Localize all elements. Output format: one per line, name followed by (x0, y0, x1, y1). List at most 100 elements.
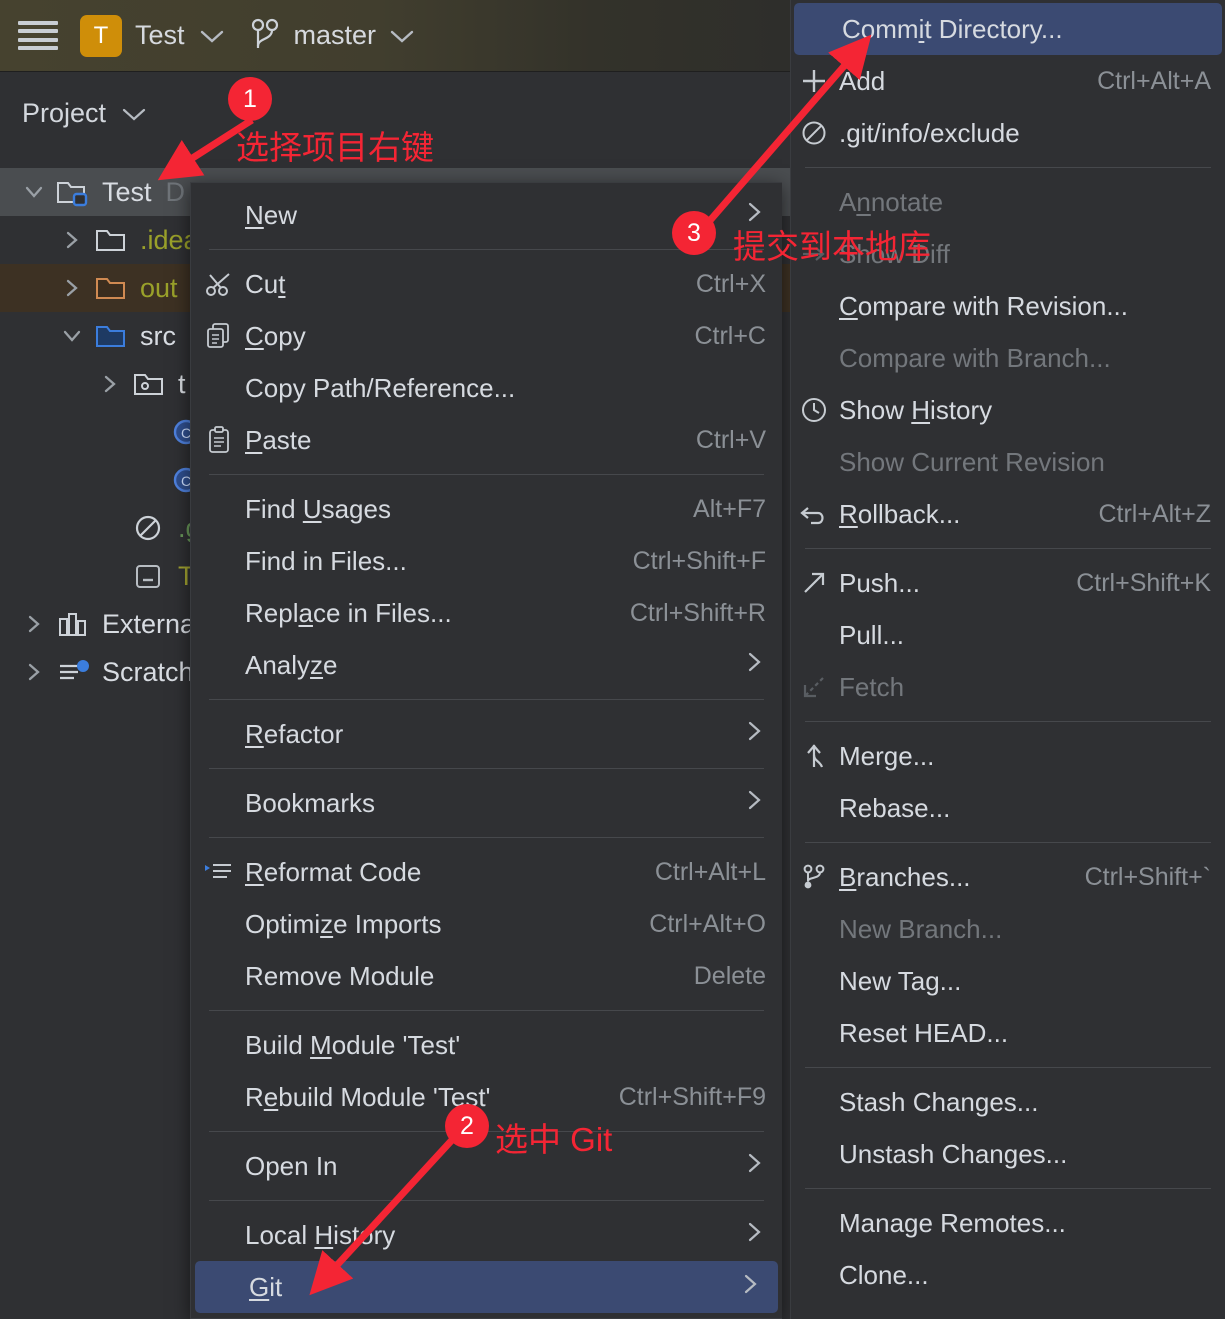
submenu-arrow-icon (744, 1219, 766, 1252)
submenu-arrow-icon (744, 199, 766, 232)
menu-item-label: Optimize Imports (245, 908, 442, 939)
excluded-folder-icon (96, 278, 125, 299)
tree-arrow[interactable] (60, 228, 84, 252)
menu-item-shortcut: Ctrl+X (695, 269, 766, 298)
arrow-down-left-icon (799, 672, 839, 702)
menu-item-label: Cut (245, 268, 286, 299)
menu-item-find-in-files[interactable]: Find in Files... Ctrl+Shift+F (191, 535, 782, 587)
tree-arrow[interactable] (136, 468, 160, 492)
menu-item-shortcut: Ctrl+Shift+` (1084, 862, 1211, 891)
menu-item-paste[interactable]: Paste Ctrl+V (191, 414, 782, 466)
arrow-up-right-icon (804, 572, 825, 593)
tree-arrow[interactable] (98, 372, 122, 396)
git-item-new-tag[interactable]: New Tag... (791, 955, 1225, 1007)
chevron-down-icon[interactable] (120, 105, 148, 123)
menu-item-label: Replace in Files... (245, 597, 452, 628)
menu-item-bookmarks[interactable]: Bookmarks (191, 777, 782, 829)
menu-item-label: Manage Remotes... (839, 1207, 1066, 1238)
clipboard-icon (209, 426, 229, 453)
tree-arrow[interactable] (22, 660, 46, 684)
menu-item-build-module[interactable]: Build Module 'Test' (191, 1019, 782, 1071)
branch-selector[interactable]: master (248, 16, 417, 56)
reformat-icon (205, 864, 231, 878)
git-item-rollback[interactable]: Rollback... Ctrl+Alt+Z (791, 488, 1225, 540)
chevron-right-icon (28, 615, 40, 633)
chevron-down-icon (200, 30, 223, 43)
git-item-clone[interactable]: Clone... (791, 1249, 1225, 1301)
menu-item-shortcut: Delete (693, 961, 766, 990)
menu-item-git[interactable]: Git (195, 1261, 778, 1313)
chevron-right-icon (28, 663, 40, 681)
tree-arrow[interactable] (98, 564, 122, 588)
menu-item-optimize-imports[interactable]: Optimize Imports Ctrl+Alt+O (191, 898, 782, 950)
tree-arrow[interactable] (136, 420, 160, 444)
menu-item-label: Show History (839, 394, 993, 425)
tree-node-label: out (140, 272, 178, 303)
undo-icon (799, 499, 839, 529)
menu-item-new[interactable]: New (191, 189, 782, 241)
menu-item-find-usages[interactable]: Find Usages Alt+F7 (191, 483, 782, 535)
menu-item-refactor[interactable]: Refactor (191, 708, 782, 760)
context-menu: New Cut Ctrl+X Copy Ctrl+C Copy Path/Refere… (190, 182, 782, 1319)
menu-item-replace-in-files[interactable]: Replace in Files... Ctrl+Shift+R (191, 587, 782, 639)
tree-arrow[interactable] (60, 324, 84, 348)
menu-item-label: Git (249, 1271, 283, 1302)
menu-item-cut[interactable]: Cut Ctrl+X (191, 258, 782, 310)
menu-item-local-history[interactable]: Local History (191, 1209, 782, 1261)
git-item-git-info-exclude[interactable]: .git/info/exclude (791, 107, 1225, 159)
menu-item-label: Unstash Changes... (839, 1138, 1068, 1169)
library-icon (59, 613, 86, 636)
package-icon (132, 369, 166, 399)
menu-item-label: Remove Module (245, 960, 435, 991)
plus-icon (803, 70, 825, 92)
menu-item-open-in[interactable]: Open In (191, 1140, 782, 1192)
tree-arrow[interactable] (22, 612, 46, 636)
menu-item-label: Copy (245, 320, 306, 351)
tree-node-label: t (178, 368, 186, 399)
tree-arrow[interactable] (22, 180, 46, 204)
git-item-reset-head[interactable]: Reset HEAD... (791, 1007, 1225, 1059)
chevron-right-icon (748, 1222, 761, 1241)
git-item-merge[interactable]: Merge... (791, 730, 1225, 782)
git-item-push[interactable]: Push... Ctrl+Shift+K (791, 557, 1225, 609)
menu-item-label: Show Diff (839, 238, 950, 269)
project-selector[interactable]: T Test (80, 14, 226, 57)
tree-node-label: Test (102, 176, 152, 207)
hamburger-icon[interactable] (18, 20, 58, 51)
git-item-unstash-changes[interactable]: Unstash Changes... (791, 1128, 1225, 1180)
tree-arrow[interactable] (60, 276, 84, 300)
git-item-show-current-revision: Show Current Revision (791, 436, 1225, 488)
menu-item-label: New Tag... (839, 965, 962, 996)
git-item-compare-with-revision[interactable]: Compare with Revision... (791, 280, 1225, 332)
git-item-add[interactable]: Add Ctrl+Alt+A (791, 55, 1225, 107)
merge-icon (799, 741, 839, 771)
chevron-right-icon (104, 375, 116, 393)
git-item-stash-changes[interactable]: Stash Changes... (791, 1076, 1225, 1128)
git-item-commit-directory[interactable]: Commit Directory... (794, 3, 1222, 55)
clipboard-icon (205, 425, 245, 455)
menu-item-copy[interactable]: Copy Ctrl+C (191, 310, 782, 362)
menu-item-reformat-code[interactable]: Reformat Code Ctrl+Alt+L (191, 846, 782, 898)
menu-item-copy-path-reference[interactable]: Copy Path/Reference... (191, 362, 782, 414)
git-item-rebase[interactable]: Rebase... (791, 782, 1225, 834)
menu-item-remove-module[interactable]: Remove Module Delete (191, 950, 782, 1002)
menu-item-label: Copy Path/Reference... (245, 372, 516, 403)
source-folder-icon (96, 326, 125, 347)
arrow-down-left-icon (803, 677, 824, 698)
git-item-manage-remotes[interactable]: Manage Remotes... (791, 1197, 1225, 1249)
menu-item-analyze[interactable]: Analyze (191, 639, 782, 691)
package-icon (134, 374, 163, 395)
menu-item-label: Pull... (839, 619, 905, 650)
git-item-branches[interactable]: Branches... Ctrl+Shift+` (791, 851, 1225, 903)
menu-item-label: Branches... (839, 861, 971, 892)
menu-item-rebuild-module[interactable]: Rebuild Module 'Test' Ctrl+Shift+F9 (191, 1071, 782, 1123)
git-branch-icon (251, 18, 278, 48)
git-item-show-history[interactable]: Show History (791, 384, 1225, 436)
iml-file-icon (136, 565, 160, 588)
git-item-pull[interactable]: Pull... (791, 609, 1225, 661)
menu-item-label: Reformat Code (245, 856, 422, 887)
git-branch-icon (799, 862, 839, 892)
project-panel-header[interactable]: Project (0, 72, 790, 129)
git-item-compare-with-branch: Compare with Branch... (791, 332, 1225, 384)
tree-arrow[interactable] (98, 516, 122, 540)
